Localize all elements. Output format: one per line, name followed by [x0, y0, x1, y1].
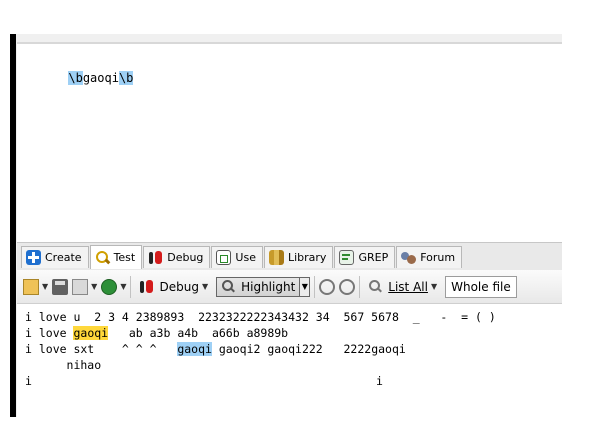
tab-library-label: Library	[287, 251, 327, 264]
regex-escape-start: \b	[68, 71, 83, 85]
highlight-button-label: Highlight	[241, 279, 296, 294]
list-all-dropdown-icon[interactable]: ▼	[431, 282, 437, 291]
use-icon	[216, 250, 232, 265]
tab-library[interactable]: Library	[263, 246, 334, 268]
tab-forum[interactable]: Forum	[396, 246, 463, 268]
test-line-2-prefix: i love	[25, 326, 74, 340]
create-icon	[26, 250, 41, 265]
bug-icon	[139, 279, 155, 295]
next-match-icon[interactable]	[339, 278, 356, 295]
test-line-2: i love gaoqi ab a3b a4b a66b a8989b	[25, 326, 288, 340]
previous-match-icon[interactable]	[319, 278, 336, 295]
tab-debug[interactable]: Debug	[143, 246, 211, 268]
regex-text[interactable]: \bgaoqi\b	[25, 57, 134, 99]
bug-icon	[148, 250, 163, 265]
toolbar-separator	[314, 275, 316, 298]
scope-select[interactable]: Whole file	[445, 275, 517, 298]
open-folder-icon[interactable]	[23, 278, 39, 295]
tab-bar: Create Test Debug Use Library GREP Forum	[17, 242, 562, 271]
test-line-1: i love u 2 3 4 2389893 2232322222343432 …	[25, 310, 496, 324]
tab-grep-label: GREP	[358, 251, 389, 264]
globe-icon[interactable]	[101, 278, 118, 295]
open-dropdown-icon[interactable]: ▼	[42, 282, 48, 291]
tab-create-label: Create	[45, 251, 82, 264]
tab-forum-label: Forum	[420, 251, 456, 264]
test-line-4: nihao	[25, 358, 102, 372]
window-edge	[10, 34, 16, 417]
test-line-5-left: i	[25, 374, 32, 388]
match-highlight: gaoqi	[177, 342, 212, 356]
save-icon[interactable]	[52, 278, 69, 295]
test-line-3-suffix: gaoqi2 gaoqi222 2222gaoqi	[211, 342, 406, 356]
highlight-button[interactable]: Highlight	[216, 276, 301, 297]
paste-icon[interactable]	[72, 278, 89, 295]
debug-button-label: Debug	[159, 279, 199, 294]
tab-use-label: Use	[235, 251, 256, 264]
test-line-3-prefix: i love sxt ^ ^ ^	[25, 342, 178, 356]
scope-select-value: Whole file	[451, 279, 511, 294]
list-all-label: List All	[388, 279, 428, 294]
magnifier-icon	[221, 279, 237, 295]
test-line-2-suffix: ab a3b a4b a66b a8989b	[108, 326, 289, 340]
test-line-3: i love sxt ^ ^ ^ gaoqi gaoqi2 gaoqi222 2…	[25, 342, 406, 356]
grep-icon	[339, 250, 355, 265]
search-icon	[368, 279, 384, 295]
toolbar: ▼ ▼ ▼ Debug ▼ Highlight ▼ List All ▼ Who…	[17, 270, 562, 304]
test-subject-text[interactable]: i love u 2 3 4 2389893 2232322222343432 …	[17, 304, 562, 417]
tab-debug-label: Debug	[167, 251, 204, 264]
regex-word: gaoqi	[82, 71, 119, 85]
regexbuddy-window: \bgaoqi\b Create Test Debug Use Library …	[10, 34, 562, 417]
regex-editor[interactable]: \bgaoqi\b	[17, 42, 562, 243]
list-all-button[interactable]: List All ▼	[364, 277, 441, 297]
debug-button[interactable]: Debug ▼	[135, 277, 212, 297]
tab-use[interactable]: Use	[211, 246, 263, 268]
magnifier-icon	[95, 250, 110, 265]
test-line-5-right: i	[376, 374, 383, 388]
paste-dropdown-icon[interactable]: ▼	[91, 282, 97, 291]
tab-test-label: Test	[113, 251, 136, 264]
highlight-dropdown-icon[interactable]: ▼	[300, 276, 311, 297]
globe-dropdown-icon[interactable]: ▼	[120, 282, 126, 291]
library-icon	[268, 250, 284, 265]
toolbar-separator	[130, 275, 132, 298]
forum-icon	[401, 250, 417, 265]
tab-create[interactable]: Create	[21, 246, 89, 268]
tab-test[interactable]: Test	[89, 245, 143, 269]
toolbar-separator	[359, 275, 361, 298]
tab-grep[interactable]: GREP	[334, 246, 396, 268]
regex-escape-end: \b	[118, 71, 134, 85]
match-highlight: gaoqi	[73, 326, 109, 340]
debug-dropdown-icon[interactable]: ▼	[202, 282, 208, 291]
